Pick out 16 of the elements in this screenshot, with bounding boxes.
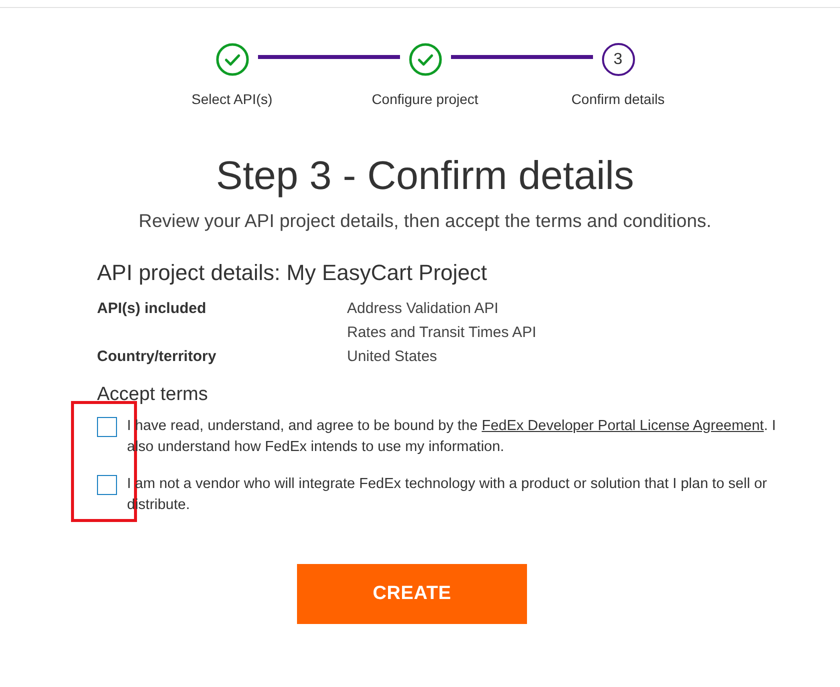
- step-label: Confirm details: [571, 90, 665, 108]
- step-number: 3: [602, 43, 634, 76]
- checkbox[interactable]: [97, 475, 117, 495]
- details-heading: API project details: My EasyCart Project: [97, 259, 488, 287]
- detail-label: Country/territory: [97, 348, 216, 365]
- page-title: Step 3 - Confirm details: [215, 153, 635, 200]
- detail-value: Address Validation API: [347, 299, 500, 319]
- page-subtitle: Review your API project details, then accept the terms and conditions.: [138, 209, 712, 233]
- detail-label: API(s) included: [97, 300, 206, 317]
- license-link[interactable]: FedEx Developer Portal License Agreement: [482, 418, 764, 434]
- step-label: Select API(s): [192, 90, 272, 108]
- detail-value: Rates and Transit Times API: [347, 323, 536, 343]
- terms-heading: Accept terms: [97, 383, 209, 407]
- checkbox[interactable]: [97, 417, 117, 437]
- step-label: Configure project: [372, 90, 478, 108]
- detail-value: United States: [347, 347, 438, 367]
